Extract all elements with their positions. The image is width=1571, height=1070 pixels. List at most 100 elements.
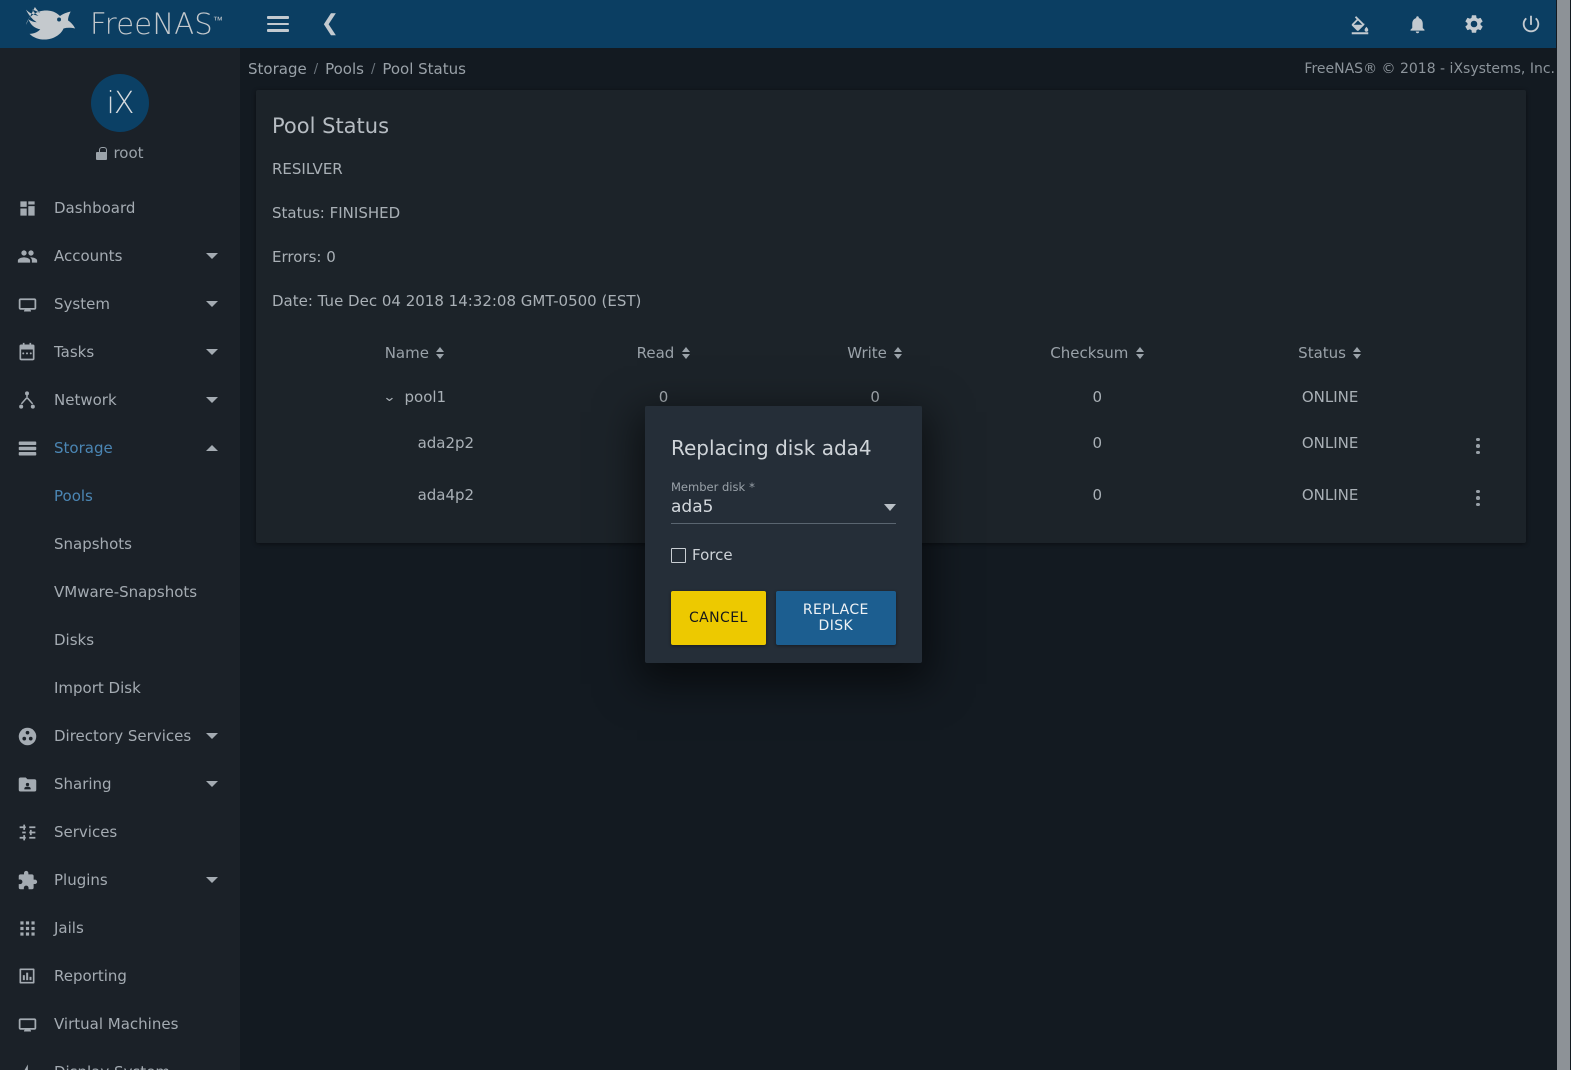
row-menu-icon[interactable]: [1472, 486, 1484, 511]
column-header-name[interactable]: Name: [272, 336, 558, 378]
sidebar-item-label: Network: [54, 391, 117, 409]
sidebar-item-label: Jails: [54, 919, 84, 937]
sidebar-subitem-snapshots[interactable]: Snapshots: [0, 520, 240, 568]
top-bar-left-controls: ❮: [240, 8, 346, 40]
cell-name: ⌄ pool1: [382, 388, 447, 406]
card-header: Pool Status: [256, 90, 1526, 158]
column-header-checksum[interactable]: Checksum: [981, 336, 1214, 378]
resilver-status: Status: FINISHED: [272, 204, 401, 222]
sidebar-subitem-label: Disks: [54, 631, 95, 649]
plugins-puzzle-icon: [14, 868, 40, 892]
breadcrumb-item-pool-status: Pool Status: [382, 60, 466, 78]
cell-actions: [1446, 417, 1510, 469]
breadcrumb-item-pools[interactable]: Pools: [325, 60, 364, 78]
sidebar-subitem-label: Snapshots: [54, 535, 132, 553]
sidebar-item-system[interactable]: System: [0, 280, 240, 328]
dialog-title: Replacing disk ada4: [671, 436, 872, 460]
sidebar-item-services[interactable]: Services: [0, 808, 240, 856]
breadcrumb-separator: /: [370, 61, 376, 77]
sidebar-item-label: Storage: [54, 439, 113, 457]
cell-actions: [1446, 378, 1510, 417]
force-checkbox[interactable]: [671, 547, 686, 563]
chevron-down-icon[interactable]: [206, 349, 218, 355]
row-menu-icon[interactable]: [1472, 434, 1484, 459]
column-header-status[interactable]: Status: [1214, 336, 1447, 378]
chevron-left-icon[interactable]: ❮: [314, 8, 346, 40]
cell-actions: [1446, 469, 1510, 521]
sidebar-item-jails[interactable]: Jails: [0, 904, 240, 952]
chevron-down-icon[interactable]: [206, 781, 218, 787]
reporting-chart-icon: [14, 964, 40, 988]
sidebar-item-label: Sharing: [54, 775, 112, 793]
sidebar-item-sharing[interactable]: Sharing: [0, 760, 240, 808]
sidebar-subitem-label: Pools: [54, 487, 93, 505]
ix-avatar: iX: [91, 74, 149, 132]
member-disk-value: ada5: [671, 497, 714, 517]
services-sliders-icon: [14, 820, 40, 844]
sidebar-item-dashboard[interactable]: Dashboard: [0, 184, 240, 232]
sidebar-item-reporting[interactable]: Reporting: [0, 952, 240, 1000]
cell-checksum: 0: [1092, 388, 1103, 406]
scrollbar-thumb[interactable]: [1557, 0, 1570, 1070]
theme-icon[interactable]: [1344, 8, 1376, 40]
sidebar-nav: Dashboard Accounts System Tasks Network …: [0, 184, 240, 1070]
sidebar-subitem-label: Import Disk: [54, 679, 141, 697]
sidebar-item-network[interactable]: Network: [0, 376, 240, 424]
sidebar-item-plugins[interactable]: Plugins: [0, 856, 240, 904]
copyright-text: FreeNAS® © 2018 - iXsystems, Inc.: [1304, 61, 1555, 77]
top-bar: FreeNAS™ ❮: [0, 0, 1571, 48]
sidebar: iX root Dashboard Accounts System Tasks: [0, 48, 240, 1070]
breadcrumb-separator: /: [313, 61, 319, 77]
breadcrumb-item-storage[interactable]: Storage: [248, 60, 307, 78]
system-icon: [14, 292, 40, 316]
sidebar-subitem-vmware-snapshots[interactable]: VMware-Snapshots: [0, 568, 240, 616]
cell-status: ONLINE: [1301, 485, 1359, 504]
chevron-down-icon: [884, 503, 896, 511]
sidebar-subitem-import-disk[interactable]: Import Disk: [0, 664, 240, 712]
force-checkbox-row[interactable]: Force: [671, 546, 896, 564]
member-disk-select[interactable]: ada5: [671, 497, 896, 524]
column-header-actions: [1446, 336, 1510, 378]
chevron-down-icon[interactable]: [206, 397, 218, 403]
tasks-calendar-icon: [14, 340, 40, 364]
dashboard-icon: [14, 196, 40, 220]
power-icon[interactable]: [1515, 8, 1547, 40]
chevron-down-icon[interactable]: ⌄: [382, 390, 396, 405]
chevron-down-icon[interactable]: [206, 301, 218, 307]
sidebar-item-directory-services[interactable]: Directory Services: [0, 712, 240, 760]
sort-icon: [894, 347, 903, 359]
accounts-icon: [14, 244, 40, 268]
brand-logo-area: FreeNAS™: [0, 0, 240, 48]
sidebar-item-display-system[interactable]: Display System: [0, 1048, 240, 1070]
sidebar-item-label: Dashboard: [54, 199, 136, 217]
chevron-down-icon[interactable]: [206, 733, 218, 739]
sidebar-subitem-pools[interactable]: Pools: [0, 472, 240, 520]
directory-services-icon: [14, 724, 40, 748]
settings-gear-icon[interactable]: [1458, 8, 1490, 40]
sidebar-item-storage[interactable]: Storage: [0, 424, 240, 472]
sidebar-item-tasks[interactable]: Tasks: [0, 328, 240, 376]
notifications-icon[interactable]: [1401, 8, 1433, 40]
sidebar-subitem-disks[interactable]: Disks: [0, 616, 240, 664]
sidebar-item-accounts[interactable]: Accounts: [0, 232, 240, 280]
replace-disk-button[interactable]: REPLACE DISK: [775, 591, 896, 645]
avatar-text: iX: [106, 85, 135, 121]
chevron-down-icon[interactable]: [206, 253, 218, 259]
column-header-write[interactable]: Write: [769, 336, 981, 378]
hamburger-icon[interactable]: [262, 8, 294, 40]
page-scrollbar[interactable]: [1556, 0, 1571, 1070]
sidebar-item-label: Display System: [54, 1063, 170, 1070]
brand-title: FreeNAS™: [90, 6, 224, 41]
cancel-button[interactable]: CANCEL: [671, 591, 766, 645]
sidebar-subitem-label: VMware-Snapshots: [54, 583, 198, 601]
resilver-heading: RESILVER: [272, 160, 343, 178]
column-header-read[interactable]: Read: [558, 336, 770, 378]
sidebar-item-label: Virtual Machines: [54, 1015, 179, 1033]
sidebar-item-virtual-machines[interactable]: Virtual Machines: [0, 1000, 240, 1048]
chevron-up-icon[interactable]: [206, 445, 218, 451]
sidebar-item-label: Services: [54, 823, 118, 841]
table-header-row: Name Read Write Checksum Status: [272, 336, 1510, 378]
page-title: Pool Status: [272, 114, 390, 138]
sidebar-item-label: Directory Services: [54, 727, 192, 745]
chevron-down-icon[interactable]: [206, 877, 218, 883]
